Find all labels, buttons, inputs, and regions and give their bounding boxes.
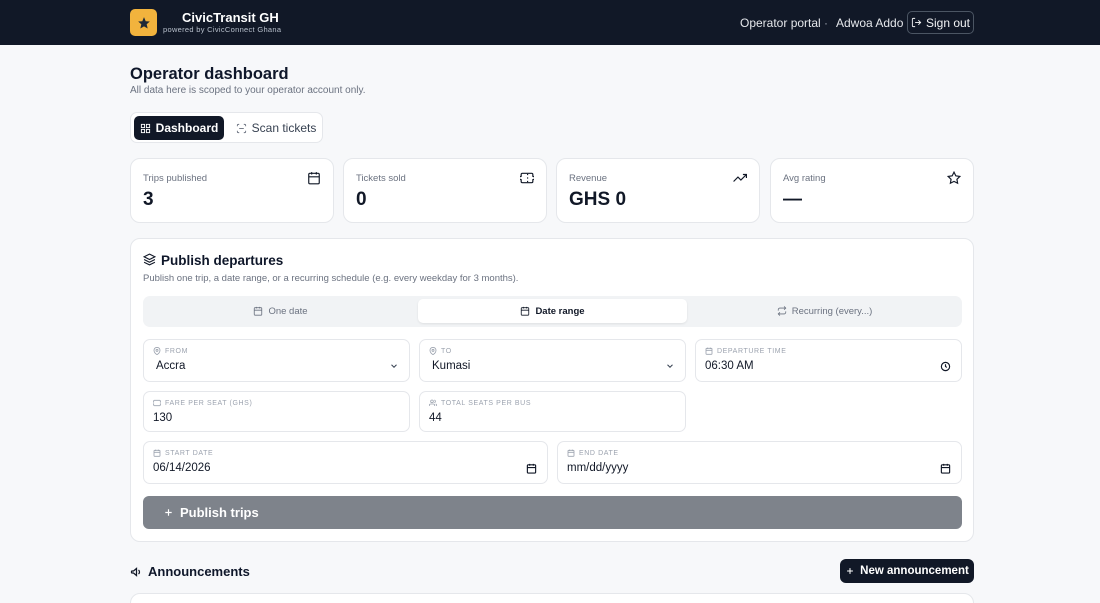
map-pin-icon (153, 347, 161, 355)
calendar-picker-icon[interactable] (526, 463, 537, 474)
stat-label: Avg rating (783, 173, 826, 184)
stat-card-tickets: Tickets sold 0 (343, 158, 547, 223)
layers-icon (143, 253, 156, 266)
stat-value: — (783, 189, 802, 210)
new-announcement-label: New announcement (860, 565, 969, 577)
from-label-text: FROM (165, 347, 189, 355)
from-value: Accra (156, 360, 186, 372)
calendar-icon (567, 449, 575, 457)
seats-label-text: TOTAL SEATS PER BUS (441, 399, 532, 407)
clock-icon[interactable] (940, 361, 951, 372)
tab-scan-label: Scan tickets (251, 121, 317, 135)
fare-value: 130 (153, 412, 173, 424)
top-navbar: CivicTransit GH powered by CivicConnect … (0, 0, 1100, 45)
ticket-icon (520, 172, 534, 184)
calendar-icon (705, 347, 713, 355)
departure-label-text: DEPARTURE TIME (717, 347, 787, 355)
chevron-down-icon (391, 364, 397, 368)
ticket-icon (153, 399, 161, 407)
publish-trips-label: Publish trips (180, 505, 259, 520)
trending-up-icon (733, 173, 747, 182)
end-date-input[interactable]: END DATE mm/dd/yyyy (557, 441, 962, 484)
brand-tagline: powered by CivicConnect Ghana (163, 25, 282, 34)
stat-value: 3 (143, 189, 154, 210)
publish-departures-card: Publish departures Publish one trip, a d… (130, 238, 974, 542)
stat-label: Tickets sold (356, 173, 406, 184)
users-icon (429, 399, 437, 406)
mode-label: Recurring (every...) (791, 305, 873, 317)
seats-value: 44 (429, 412, 442, 424)
departure-value: 06:30 AM (705, 360, 754, 372)
tab-scan-tickets[interactable]: Scan tickets (234, 116, 318, 140)
calendar-icon (521, 306, 530, 316)
stat-value: GHS 0 (569, 189, 627, 210)
start-label-text: START DATE (165, 449, 214, 457)
tab-dashboard[interactable]: Dashboard (134, 116, 224, 140)
end-value: mm/dd/yyyy (567, 462, 629, 474)
end-label: END DATE (567, 449, 619, 457)
calendar-icon (308, 172, 320, 185)
stat-value: 0 (356, 189, 367, 210)
publish-title: Publish departures (161, 253, 284, 268)
departure-time-input[interactable]: DEPARTURE TIME 06:30 AM (695, 339, 962, 382)
user-name[interactable]: Adwoa Addo (836, 16, 903, 30)
seats-input[interactable]: TOTAL SEATS PER BUS 44 (419, 391, 686, 432)
departure-label: DEPARTURE TIME (705, 347, 786, 355)
nav-separator: · (824, 16, 828, 30)
start-value: 06/14/2026 (153, 462, 211, 474)
end-label-text: END DATE (579, 449, 619, 457)
new-announcement-button[interactable]: New announcement (840, 559, 974, 583)
stat-card-revenue: Revenue GHS 0 (556, 158, 760, 223)
map-pin-icon (429, 347, 437, 355)
announcements-card (130, 593, 974, 603)
sign-out-button[interactable]: Sign out (907, 11, 974, 34)
star-icon (947, 171, 961, 185)
log-out-icon (911, 17, 922, 28)
to-label: TO (429, 347, 452, 355)
to-label-text: TO (441, 347, 452, 355)
from-select[interactable]: FROM Accra (143, 339, 410, 382)
mode-label: One date (268, 305, 308, 317)
stat-card-trips: Trips published 3 (130, 158, 334, 223)
seats-label: TOTAL SEATS PER BUS (429, 399, 531, 407)
stat-label: Revenue (569, 173, 608, 184)
announcements-title: Announcements (148, 564, 250, 579)
schedule-mode-switch: One date Date range Recurring (every...) (143, 296, 962, 327)
start-label: START DATE (153, 449, 213, 457)
scan-icon (236, 123, 246, 133)
mode-one-date[interactable]: One date (146, 299, 415, 323)
mode-recurring[interactable]: Recurring (every...) (690, 299, 959, 323)
stat-card-rating: Avg rating — (770, 158, 974, 223)
star-icon (137, 16, 150, 29)
page-subtitle: All data here is scoped to your operator… (130, 85, 366, 96)
stat-label: Trips published (143, 173, 208, 184)
from-label: FROM (153, 347, 188, 355)
calendar-picker-icon[interactable] (940, 463, 951, 474)
page-title: Operator dashboard (130, 65, 289, 83)
tab-dashboard-label: Dashboard (155, 121, 219, 135)
start-date-input[interactable]: START DATE 06/14/2026 (143, 441, 548, 484)
mode-label: Date range (535, 305, 585, 317)
brand-logo[interactable] (130, 9, 157, 36)
plus-icon (847, 568, 854, 574)
repeat-icon (777, 306, 787, 316)
brand-name: CivicTransit GH (182, 10, 279, 25)
to-value: Kumasi (432, 360, 471, 372)
plus-icon (165, 509, 172, 516)
to-select[interactable]: TO Kumasi (419, 339, 686, 382)
megaphone-icon (130, 567, 141, 577)
calendar-icon (153, 449, 161, 457)
publish-subtitle: Publish one trip, a date range, or a rec… (143, 273, 519, 284)
sign-out-label: Sign out (925, 15, 971, 30)
fare-input[interactable]: FARE PER SEAT (GHS) 130 (143, 391, 410, 432)
chevron-down-icon (667, 364, 673, 368)
fare-label-text: FARE PER SEAT (GHS) (165, 399, 253, 407)
publish-trips-button[interactable]: Publish trips (143, 496, 962, 529)
grid-icon (140, 123, 150, 133)
calendar-icon (254, 306, 263, 316)
mode-date-range[interactable]: Date range (418, 299, 687, 323)
view-tabs: Dashboard Scan tickets (130, 112, 323, 143)
operator-portal-link[interactable]: Operator portal (740, 16, 821, 30)
fare-label: FARE PER SEAT (GHS) (153, 399, 252, 407)
